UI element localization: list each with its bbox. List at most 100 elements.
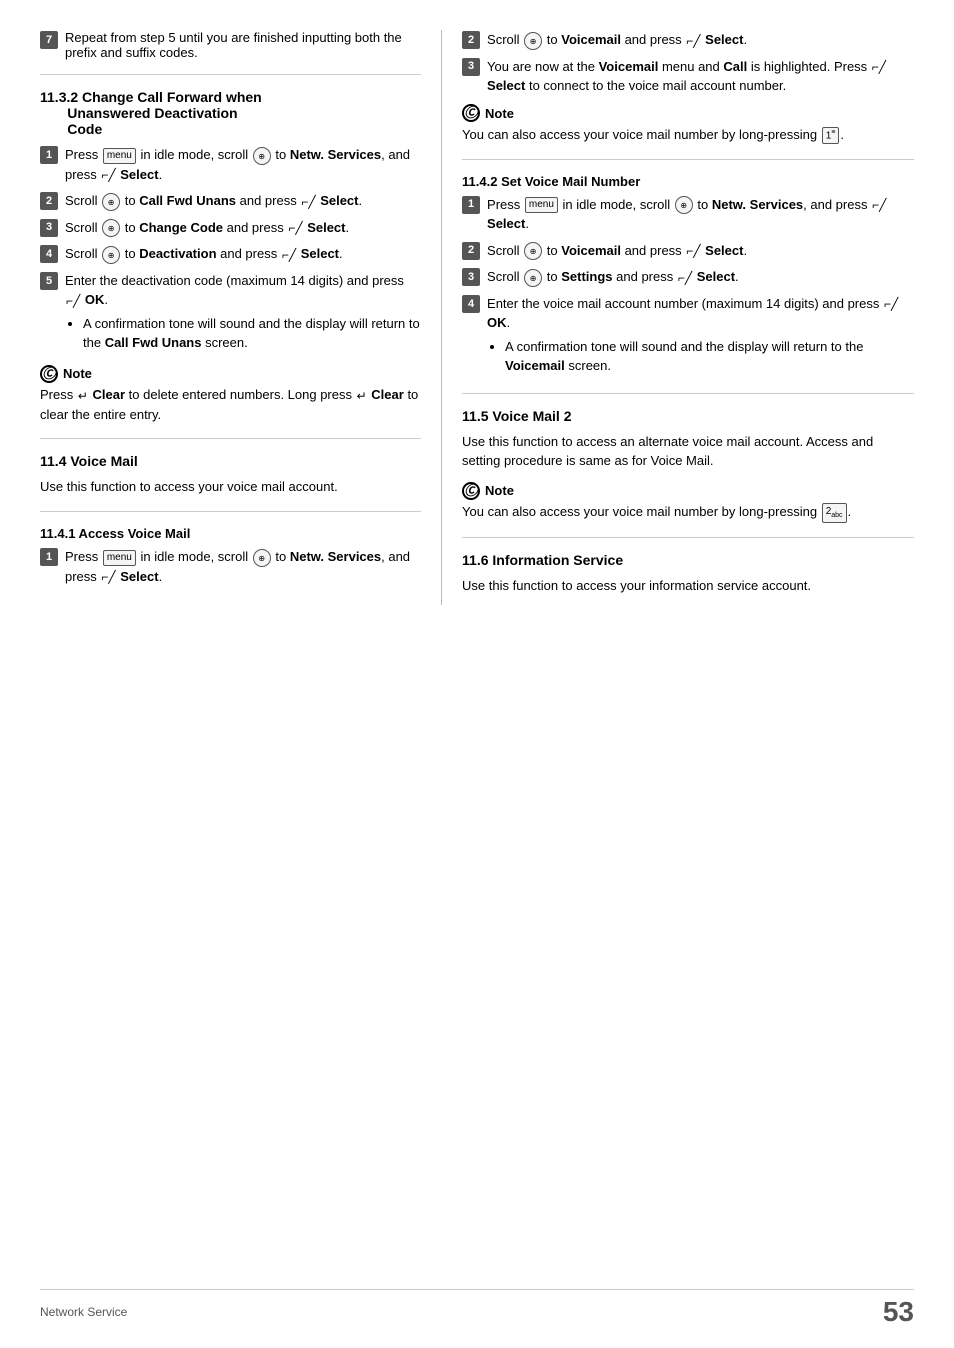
step-7-block: 7 Repeat from step 5 until you are finis… [40,30,421,60]
step-1132-2-text: Scroll ⊕ to Call Fwd Unans and press ⌐╱ … [65,191,421,211]
step-1142-3: 3 Scroll ⊕ to Settings and press ⌐╱ Sele… [462,267,914,287]
left-column: 7 Repeat from step 5 until you are finis… [40,30,442,605]
step-1132-4: 4 Scroll ⊕ to Deactivation and press ⌐╱ … [40,244,421,264]
right-column: 2 Scroll ⊕ to Voicemail and press ⌐╱ Sel… [442,30,914,605]
step-1132-5-bullets: A confirmation tone will sound and the d… [65,314,421,353]
select-icon-1141-2: ⌐╱ [686,32,700,50]
step-num-4: 4 [40,245,58,263]
scroll-icon-1142-3: ⊕ [524,269,542,287]
note-1141-header: Ⓒ Note [462,104,914,124]
step-num-1141-2: 2 [462,31,480,49]
step-1141-2: 2 Scroll ⊕ to Voicemail and press ⌐╱ Sel… [462,30,914,50]
clear-icon-1: ↵ [78,387,88,405]
step-1132-3-text: Scroll ⊕ to Change Code and press ⌐╱ Sel… [65,218,421,238]
step-num-5: 5 [40,272,58,290]
footer-page: 53 [883,1296,914,1328]
section-115-text: Use this function to access an alternate… [462,432,914,471]
select-icon-2: ⌐╱ [301,193,315,211]
section-115: 11.5 Voice Mail 2 Use this function to a… [462,408,914,523]
select-icon-1142-4: ⌐╱ [884,295,898,313]
step-1132-1-text: Press menu in idle mode, scroll ⊕ to Net… [65,145,421,184]
divider-1 [40,74,421,75]
select-icon-4: ⌐╱ [282,246,296,264]
section-1141-title: 11.4.1 Access Voice Mail [40,526,421,541]
select-icon-5: ⌐╱ [66,292,80,310]
scroll-icon-1142-2: ⊕ [524,242,542,260]
note-115-header: Ⓒ Note [462,481,914,501]
clear-icon-2: ↵ [357,387,367,405]
footer-label: Network Service [40,1305,127,1319]
step-1141-1-text: Press menu in idle mode, scroll ⊕ to Net… [65,547,421,586]
step-num-1142-4: 4 [462,295,480,313]
step-1132-4-text: Scroll ⊕ to Deactivation and press ⌐╱ Se… [65,244,421,264]
scroll-icon-1141-2: ⊕ [524,32,542,50]
footer: Network Service 53 [40,1289,914,1328]
step-1132-3: 3 Scroll ⊕ to Change Code and press ⌐╱ S… [40,218,421,238]
section-1132-steps: 1 Press menu in idle mode, scroll ⊕ to N… [40,145,421,356]
scroll-icon-2: ⊕ [102,193,120,211]
section-116-text: Use this function to access your informa… [462,576,914,596]
step-1142-4: 4 Enter the voice mail account number (m… [462,294,914,379]
select-icon-3: ⌐╱ [288,219,302,237]
scroll-icon: ⊕ [253,147,271,165]
section-1132: 11.3.2 Change Call Forward when Unanswer… [40,89,421,424]
divider-right-2 [462,393,914,394]
step-1142-4-text: Enter the voice mail account number (max… [487,294,914,379]
step-1142-2: 2 Scroll ⊕ to Voicemail and press ⌐╱ Sel… [462,241,914,261]
select-icon-1141: ⌐╱ [101,568,115,586]
select-icon-1142-2: ⌐╱ [686,242,700,260]
note-1132-header: Ⓒ Note [40,364,421,384]
select-icon: ⌐╱ [101,166,115,184]
step-num-2: 2 [40,192,58,210]
scroll-icon-1142: ⊕ [675,196,693,214]
note-label-115: Note [485,481,514,501]
step-num-1141-3: 3 [462,58,480,76]
section-1142-steps: 1 Press menu in idle mode, scroll ⊕ to N… [462,195,914,379]
scroll-icon-3: ⊕ [102,219,120,237]
section-116: 11.6 Information Service Use this functi… [462,552,914,596]
note-1132-text: Press ↵ Clear to delete entered numbers.… [40,385,421,424]
select-icon-1142: ⌐╱ [872,196,886,214]
step-1141-3: 3 You are now at the Voicemail menu and … [462,57,914,96]
section-114-text: Use this function to access your voice m… [40,477,421,497]
step-num-1142-3: 3 [462,268,480,286]
section-114-title: 11.4 Voice Mail [40,453,421,469]
step-1142-1-text: Press menu in idle mode, scroll ⊕ to Net… [487,195,914,234]
step-1142-2-text: Scroll ⊕ to Voicemail and press ⌐╱ Selec… [487,241,914,261]
select-icon-1142-3: ⌐╱ [678,269,692,287]
step-7-text: Repeat from step 5 until you are finishe… [65,30,421,60]
divider-3 [40,511,421,512]
note-1141-text: You can also access your voice mail numb… [462,125,914,145]
scroll-icon-4: ⊕ [102,246,120,264]
key-2-icon: 2abc [822,503,847,523]
section-1141-steps: 1 Press menu in idle mode, scroll ⊕ to N… [40,547,421,586]
step-1132-5: 5 Enter the deactivation code (maximum 1… [40,271,421,356]
section-1141: 11.4.1 Access Voice Mail 1 Press menu in… [40,526,421,586]
divider-right-1 [462,159,914,160]
key-1-icon: 1≡ [822,127,840,144]
step-1142-4-bullets: A confirmation tone will sound and the d… [487,337,914,376]
bullet-1132-5-1: A confirmation tone will sound and the d… [83,314,421,353]
note-115-text: You can also access your voice mail numb… [462,502,914,522]
scroll-icon-1141: ⊕ [253,549,271,567]
step-num-3: 3 [40,219,58,237]
select-icon-1141-3: ⌐╱ [872,58,886,76]
step-1141-3-text: You are now at the Voicemail menu and Ca… [487,57,914,96]
note-icon-1132: Ⓒ [40,365,58,383]
section-1142-title: 11.4.2 Set Voice Mail Number [462,174,914,189]
note-label-1141: Note [485,104,514,124]
step-1132-1: 1 Press menu in idle mode, scroll ⊕ to N… [40,145,421,184]
step-num-1141-1: 1 [40,548,58,566]
section-114: 11.4 Voice Mail Use this function to acc… [40,453,421,497]
step-1132-5-text: Enter the deactivation code (maximum 14 … [65,271,421,356]
menu-icon: menu [103,148,136,164]
step-num-1: 1 [40,146,58,164]
section-1141-cont: 2 Scroll ⊕ to Voicemail and press ⌐╱ Sel… [462,30,914,145]
divider-2 [40,438,421,439]
section-115-title: 11.5 Voice Mail 2 [462,408,914,424]
note-icon-1141: Ⓒ [462,104,480,122]
section-1142: 11.4.2 Set Voice Mail Number 1 Press men… [462,174,914,379]
step-1141-2-text: Scroll ⊕ to Voicemail and press ⌐╱ Selec… [487,30,914,50]
menu-icon-1141: menu [103,550,136,566]
section-1141-cont-steps: 2 Scroll ⊕ to Voicemail and press ⌐╱ Sel… [462,30,914,96]
